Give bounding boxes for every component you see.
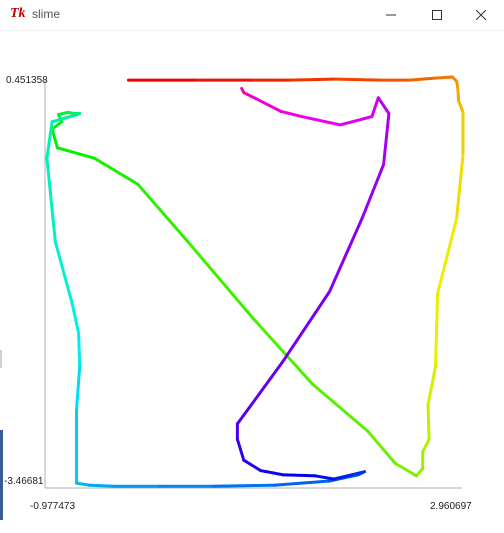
y-min-label: -3.46681 xyxy=(4,476,44,487)
trail-segment xyxy=(382,112,391,166)
trail-segment xyxy=(242,91,258,101)
y-max-label: 0.451358 xyxy=(6,75,48,86)
trail-segment xyxy=(77,331,82,368)
trail-segment xyxy=(186,240,255,321)
window-title: slime xyxy=(32,7,61,21)
maximize-icon xyxy=(432,10,442,20)
window-edge-artifact xyxy=(0,430,3,520)
trail-segment xyxy=(328,216,364,293)
trail-segment xyxy=(426,403,431,441)
trail-segment xyxy=(338,115,374,127)
trail-segment xyxy=(212,483,276,488)
trail-segment xyxy=(370,96,380,119)
trail-segment xyxy=(259,469,285,477)
trail-segment xyxy=(93,156,140,186)
trail-segment xyxy=(235,437,246,462)
trail-segment xyxy=(393,461,418,478)
trail-segment xyxy=(311,382,370,433)
trail-segment xyxy=(45,120,54,160)
x-max-label: 2.960697 xyxy=(430,501,472,512)
trail-segment xyxy=(313,474,336,481)
trail-segment xyxy=(75,481,91,487)
trail-segment xyxy=(45,156,57,243)
trail-segment xyxy=(300,115,342,127)
trail-segment xyxy=(426,365,437,407)
minimize-icon xyxy=(386,14,396,16)
trail-segment xyxy=(136,182,190,243)
trail-segment xyxy=(455,153,465,221)
trail-segment xyxy=(332,473,354,481)
slime-trail xyxy=(45,75,465,488)
trail-segment xyxy=(408,76,437,82)
trail-segment xyxy=(87,483,116,488)
trail-segment xyxy=(421,437,431,454)
trail-segment xyxy=(235,403,253,426)
maximize-button[interactable] xyxy=(414,0,460,30)
trail-segment xyxy=(240,87,246,95)
trail-segment xyxy=(75,365,82,412)
trail-segment xyxy=(50,127,59,150)
plot-svg xyxy=(44,75,465,489)
trail-segment xyxy=(55,146,96,160)
trail-segment xyxy=(70,302,81,335)
trail-segment xyxy=(279,109,304,119)
minimize-button[interactable] xyxy=(368,0,414,30)
trail-segment xyxy=(434,292,440,368)
trail-segment xyxy=(457,99,465,114)
plot-canvas[interactable]: 0.451358 -3.46681 -0.977473 2.960697 xyxy=(0,30,504,533)
trail-segment xyxy=(376,96,391,115)
window-titlebar: Tk slime xyxy=(0,0,504,31)
trail-segment xyxy=(273,479,332,487)
trail-segment xyxy=(360,163,386,220)
trail-segment xyxy=(255,97,283,113)
trail-segment xyxy=(249,359,285,407)
trail-segment xyxy=(436,217,459,296)
trail-segment xyxy=(350,470,366,477)
trail-segment xyxy=(53,240,74,306)
trail-segment xyxy=(281,290,332,363)
trail-segment xyxy=(242,458,263,473)
x-min-label: -0.977473 xyxy=(30,501,76,512)
trail-segment xyxy=(333,77,381,82)
trail-segment xyxy=(288,77,337,82)
trail-segment xyxy=(456,85,461,103)
trail-segment xyxy=(366,429,397,465)
trail-segment xyxy=(434,75,454,80)
close-icon xyxy=(476,10,486,20)
tk-feather-icon: Tk xyxy=(10,6,26,21)
window-edge-artifact xyxy=(0,350,2,368)
trail-segment xyxy=(281,473,317,478)
close-button[interactable] xyxy=(458,0,504,30)
